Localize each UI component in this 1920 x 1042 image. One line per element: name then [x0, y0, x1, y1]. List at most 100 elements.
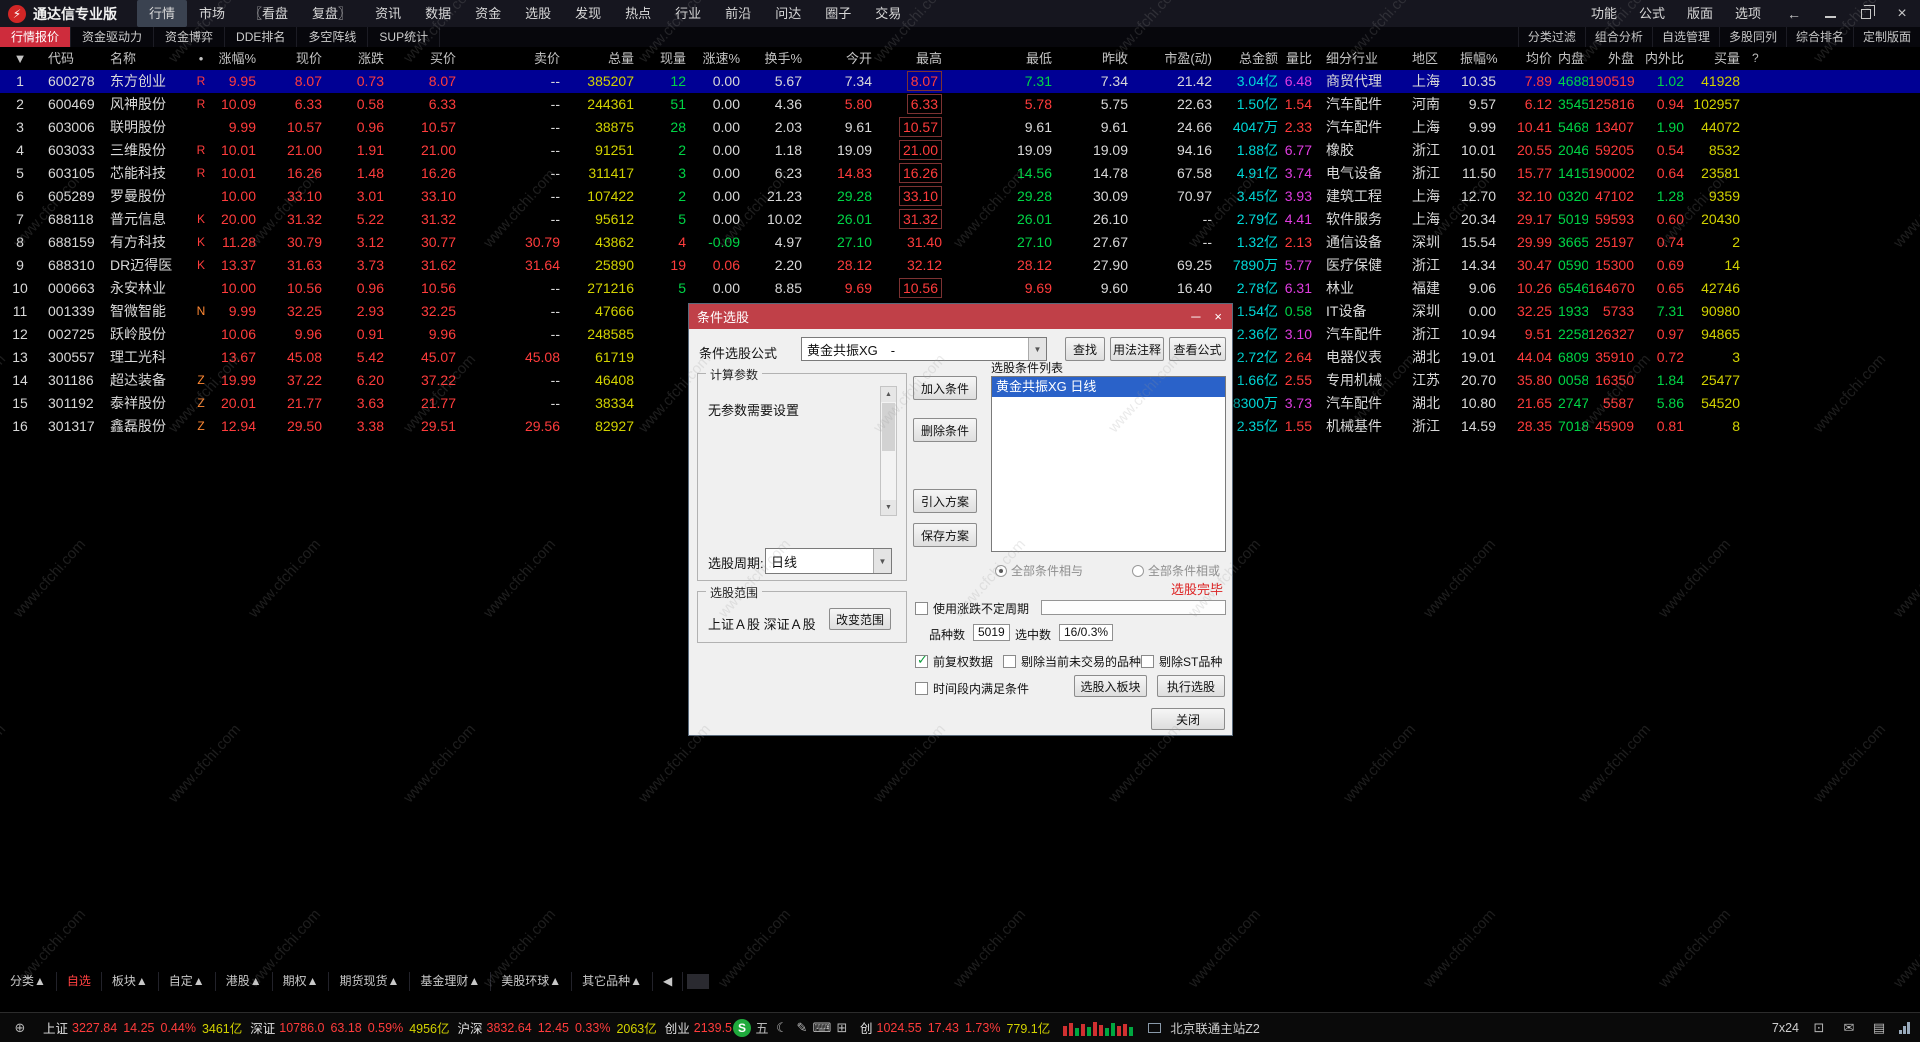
col-header-20[interactable]: 细分行业	[1318, 47, 1404, 70]
menu-item-发现[interactable]: 发现	[563, 0, 613, 27]
condition-list[interactable]: 黄金共振XG 日线	[991, 376, 1226, 552]
menu-item-市场[interactable]: 市场	[187, 0, 237, 27]
menu-item-功能[interactable]: 功能	[1580, 0, 1628, 27]
checkbox-exclude-suspended[interactable]: 剔除当前未交易的品种	[1003, 653, 1141, 670]
menu-item-圈子[interactable]: 圈子	[813, 0, 863, 27]
col-header-10[interactable]: 现量	[640, 47, 692, 70]
pick-to-block-button[interactable]: 选股入板块	[1074, 675, 1147, 697]
wucai-icon[interactable]: 五	[753, 1019, 771, 1037]
bottom-tab-期权▲[interactable]: 期权▲	[273, 972, 330, 991]
col-header-8[interactable]: 卖价	[462, 47, 566, 70]
menu-item-问达[interactable]: 问达	[763, 0, 813, 27]
menu-item-交易[interactable]: 交易	[863, 0, 913, 27]
col-header-25[interactable]: 外盘	[1588, 47, 1640, 70]
bottom-tab-美股环球▲[interactable]: 美股环球▲	[491, 972, 573, 991]
table-row[interactable]: 1 600278 东方创业 R 9.95 8.07 0.73 8.07 -- 385207 12 0.…	[0, 70, 1920, 93]
col-header-27[interactable]: 买量	[1690, 47, 1746, 70]
col-header-1[interactable]: 代码	[40, 47, 102, 70]
checkbox-icon[interactable]	[1003, 655, 1016, 668]
checkbox-exclude-st[interactable]: 剔除ST品种	[1141, 653, 1222, 670]
menu-item-行业[interactable]: 行业	[663, 0, 713, 27]
table-row[interactable]: 3 603006 联明股份 9.99 10.57 0.96 10.57 -- 38875 28 0.…	[0, 116, 1920, 139]
table-row[interactable]: 7 688118 普元信息 K 20.00 31.32 5.22 31.32 -- 95612 5 0…	[0, 208, 1920, 231]
checkbox-forward-adjust[interactable]: 前复权数据	[915, 652, 993, 670]
radio-and[interactable]: 全部条件相与	[995, 562, 1083, 579]
menu-item-行情[interactable]: 行情	[137, 0, 188, 27]
bottom-tab-分类▲[interactable]: 分类▲	[0, 972, 57, 991]
menu-item-公式[interactable]: 公式	[1628, 0, 1676, 27]
toolbar-link-多股同列[interactable]: 多股同列	[1718, 27, 1786, 47]
table-row[interactable]: 4 603033 三维股份 R 10.01 21.00 1.91 21.00 -- 91251 2 0…	[0, 139, 1920, 162]
col-header-21[interactable]: 地区	[1404, 47, 1460, 70]
keyboard-icon[interactable]: ⌨	[813, 1019, 832, 1037]
col-header-17[interactable]: 市盈(动)	[1134, 47, 1218, 70]
menu-item-数据[interactable]: 数据	[413, 0, 463, 27]
view-tab-DDE排名[interactable]: DDE排名	[225, 27, 298, 47]
col-header-13[interactable]: 今开	[808, 47, 878, 70]
radio-or[interactable]: 全部条件相或	[1132, 562, 1220, 579]
apps-icon[interactable]: ⊞	[833, 1019, 851, 1037]
menu-item-〖看盘[interactable]: 〖看盘	[237, 0, 300, 27]
col-header-4[interactable]: 涨幅%	[214, 47, 262, 70]
view-tab-行情报价[interactable]: 行情报价	[0, 27, 72, 47]
toolbar-link-分类过滤[interactable]: 分类过滤	[1517, 27, 1585, 47]
col-header-16[interactable]: 昨收	[1058, 47, 1134, 70]
table-row[interactable]: 9 688310 DR迈得医 K 13.37 31.63 3.73 31.62 31.64 258…	[0, 254, 1920, 277]
variable-period-field[interactable]	[1041, 600, 1226, 615]
column-help-icon[interactable]: ?	[1746, 47, 1920, 70]
view-tab-资金驱动力[interactable]: 资金驱动力	[71, 27, 155, 47]
view-tab-SUP统计[interactable]: SUP统计	[368, 27, 441, 47]
col-header-26[interactable]: 内外比	[1640, 47, 1690, 70]
table-row[interactable]: 2 600469 风神股份 R 10.09 6.33 0.58 6.33 -- 244361 51 0…	[0, 93, 1920, 116]
table-row[interactable]: 10 000663 永安林业 10.00 10.56 0.96 10.56 -- 271216 5…	[0, 277, 1920, 300]
checkbox-icon[interactable]	[915, 602, 928, 615]
view-formula-button[interactable]: 查看公式	[1169, 337, 1226, 361]
monitor-icon[interactable]: ⊡	[1810, 1019, 1828, 1037]
col-header-3[interactable]: •	[188, 47, 214, 70]
period-combo[interactable]: 日线 ▼	[765, 548, 892, 574]
chevron-down-icon[interactable]: ▼	[1028, 338, 1046, 360]
checkbox-time-range[interactable]: 时间段内满足条件	[915, 680, 1029, 697]
scrollbar-thumb[interactable]	[882, 403, 895, 451]
radio-selected-icon[interactable]	[995, 565, 1007, 577]
night-mode-icon[interactable]: ☾	[773, 1019, 791, 1037]
execute-pick-button[interactable]: 执行选股	[1157, 675, 1225, 697]
table-row[interactable]: 8 688159 有方科技 K 11.28 30.79 3.12 30.77 30.79 4386…	[0, 231, 1920, 254]
col-header-5[interactable]: 现价	[262, 47, 328, 70]
toolbar-link-自选管理[interactable]: 自选管理	[1651, 27, 1719, 47]
save-plan-button[interactable]: 保存方案	[913, 523, 977, 547]
formula-combo[interactable]: 黄金共振XG - ▼	[801, 337, 1047, 361]
menu-item-复盘〗[interactable]: 复盘〗	[300, 0, 363, 27]
view-tab-多空阵线[interactable]: 多空阵线	[297, 27, 369, 47]
params-scrollbar[interactable]: ▲ ▼	[880, 386, 897, 516]
view-tab-资金博弈[interactable]: 资金博弈	[154, 27, 226, 47]
bottom-tab-港股▲[interactable]: 港股▲	[216, 972, 273, 991]
col-header-12[interactable]: 换手%	[746, 47, 808, 70]
col-header-7[interactable]: 买价	[390, 47, 462, 70]
col-header-14[interactable]: 最高	[878, 47, 948, 70]
checkbox-checked-icon[interactable]	[915, 652, 928, 668]
chevron-down-icon[interactable]: ▼	[873, 549, 891, 573]
toolbar-link-综合排名[interactable]: 综合排名	[1785, 27, 1853, 47]
dialog-title-bar[interactable]: 条件选股 ─ ×	[689, 304, 1232, 329]
draw-line-icon[interactable]: ✎	[793, 1019, 811, 1037]
panel-icon[interactable]: ▤	[1870, 1019, 1888, 1037]
menu-item-选股[interactable]: 选股	[513, 0, 563, 27]
table-row[interactable]: 6 605289 罗曼股份 10.00 33.10 3.01 33.10 -- 107422 2 0…	[0, 185, 1920, 208]
close-button[interactable]: 关闭	[1151, 708, 1225, 730]
dialog-close-icon[interactable]: ×	[1214, 309, 1222, 324]
change-range-button[interactable]: 改变范围	[829, 608, 891, 630]
col-header-11[interactable]: 涨速%	[692, 47, 746, 70]
menu-item-版面[interactable]: 版面	[1676, 0, 1724, 27]
usage-note-button[interactable]: 用法注释	[1110, 337, 1164, 361]
col-header-2[interactable]: 名称	[102, 47, 188, 70]
menu-item-资金[interactable]: 资金	[463, 0, 513, 27]
bottom-tab-◀[interactable]: ◀	[653, 972, 684, 991]
checkbox-variable-period[interactable]: 使用涨跌不定周期	[915, 600, 1029, 617]
col-header-9[interactable]: 总量	[566, 47, 640, 70]
col-header-24[interactable]: 内盘	[1558, 47, 1588, 70]
col-header-18[interactable]: 总金额	[1218, 47, 1284, 70]
find-button[interactable]: 查找	[1065, 337, 1105, 361]
minimize-icon[interactable]	[1824, 9, 1836, 18]
message-icon[interactable]: ✉	[1840, 1019, 1858, 1037]
